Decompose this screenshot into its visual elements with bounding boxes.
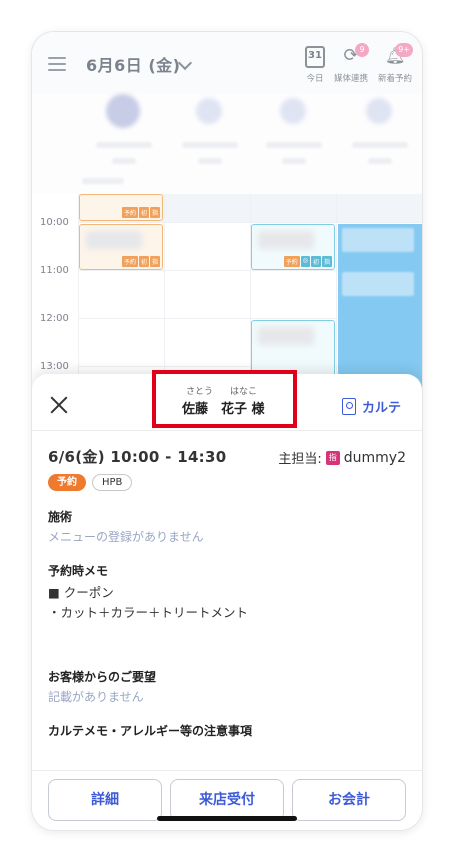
staff-name [82,178,124,184]
tag-reserve: 予約 [121,207,138,218]
staff-avatar[interactable] [280,98,306,124]
new-reservations-button[interactable]: 🔔︎ 9+ 新着予約 [374,43,416,84]
blocked-time-item [342,228,414,252]
tag-designated: 指 [149,207,160,218]
appointment-content [86,231,142,249]
media-sync-badge: 9 [355,43,369,57]
checkin-button[interactable]: 来店受付 [170,779,284,821]
memo-title: 予約時メモ [48,564,109,578]
blocked-time-item [342,272,414,296]
staff-name [112,158,136,164]
hour-label: 11:00 [40,265,69,276]
staff-name [282,158,306,164]
top-bar: 6月6日 (金) 31 今日 ⟳ 9 媒体連携 🔔︎ 9+ 新着予約 [32,32,422,94]
appointment-content [258,327,314,345]
tag-designated: 指 [321,256,332,267]
bell-icon: 🔔︎ 9+ [385,43,413,68]
chat-icon: ◎ [300,256,310,267]
sheet-divider [32,430,422,431]
main-staff: 主担当: 指 dummy2 [278,448,406,468]
staff-name [182,142,238,148]
hour-line [78,222,422,223]
media-sync-button[interactable]: ⟳ 9 媒体連携 [330,43,372,84]
tag-first: 初 [138,207,149,218]
reservation-badges: 予約 HPB [48,474,133,491]
tag-first: 初 [138,256,149,267]
karte-memo-title: カルテメモ・アレルギー等の注意事項 [48,724,253,738]
hpb-badge: HPB [92,474,133,491]
menu-icon[interactable] [48,57,66,71]
tag-first: 初 [310,256,321,267]
main-staff-label: 主担当: [278,452,322,467]
designated-badge: 指 [325,450,340,465]
appointment-block[interactable]: 予約 初 指 [79,194,163,221]
appointment-tags: 予約 初 指 [121,256,160,267]
staff-name [352,142,408,148]
staff-avatar[interactable] [196,98,222,124]
appointment-block[interactable]: 予約 初 指 [79,224,163,270]
media-sync-label: 媒体連携 [333,74,368,84]
customer-furigana-first: はなこ [230,387,258,397]
staff-name [368,158,392,164]
hour-label: 10:00 [40,217,69,228]
karte-label: カルテ [362,400,402,416]
treatment-title: 施術 [48,510,73,524]
reservation-detail-sheet: さとう はなこ 佐藤 花子 様 カルテ 6/6(金) 10:00 - 14:30… [32,370,422,830]
staff-avatar[interactable] [106,94,140,128]
main-staff-name: dummy2 [343,449,406,466]
memo-line: ・カット＋カラー＋トリートメント [48,605,249,620]
customer-name-highlight: さとう はなこ 佐藤 花子 様 [152,370,297,428]
new-reservations-badge: 9+ [395,43,413,57]
new-reservations-label: 新着予約 [377,74,412,84]
close-icon[interactable] [48,394,70,416]
action-bar: 詳細 来店受付 お会計 [32,770,422,830]
phone-screen: 6月6日 (金) 31 今日 ⟳ 9 媒体連携 🔔︎ 9+ 新着予約 10:00… [32,32,422,830]
home-indicator [157,816,297,821]
customer-name: 佐藤 花子 様 [182,402,265,417]
staff-avatar[interactable] [366,98,392,124]
calendar-icon: 31 [305,46,325,68]
date-title[interactable]: 6月6日 (金) [86,52,180,76]
hour-label: 13:00 [40,361,69,372]
memo-line: ■ クーポン [48,585,114,600]
staff-name [96,142,152,148]
appointment-block[interactable]: 予約 ◎ 初 指 [251,224,335,270]
reserve-badge: 予約 [48,474,86,491]
checkout-button[interactable]: お会計 [292,779,406,821]
tag-reserve: 予約 [121,256,138,267]
detail-button[interactable]: 詳細 [48,779,162,821]
tag-reserve: 予約 [283,256,300,267]
staff-row [32,94,422,194]
appointment-tags: 予約 ◎ 初 指 [283,256,332,267]
karte-button[interactable]: カルテ [342,396,401,416]
appointment-content [258,231,314,249]
tag-designated: 指 [149,256,160,267]
reservation-timeslot: 6/6(金) 10:00 - 14:30 [48,448,227,466]
customer-furigana-last: さとう [186,387,214,397]
sync-icon: ⟳ 9 [341,43,369,68]
hour-label: 12:00 [40,313,69,324]
staff-name [198,158,222,164]
staff-name [266,142,322,148]
request-empty: 記載がありません [48,690,144,704]
request-title: お客様からのご要望 [48,670,157,684]
treatment-empty: メニューの登録がありません [48,530,204,544]
karte-icon [342,397,356,415]
appointment-tags: 予約 初 指 [121,207,160,218]
